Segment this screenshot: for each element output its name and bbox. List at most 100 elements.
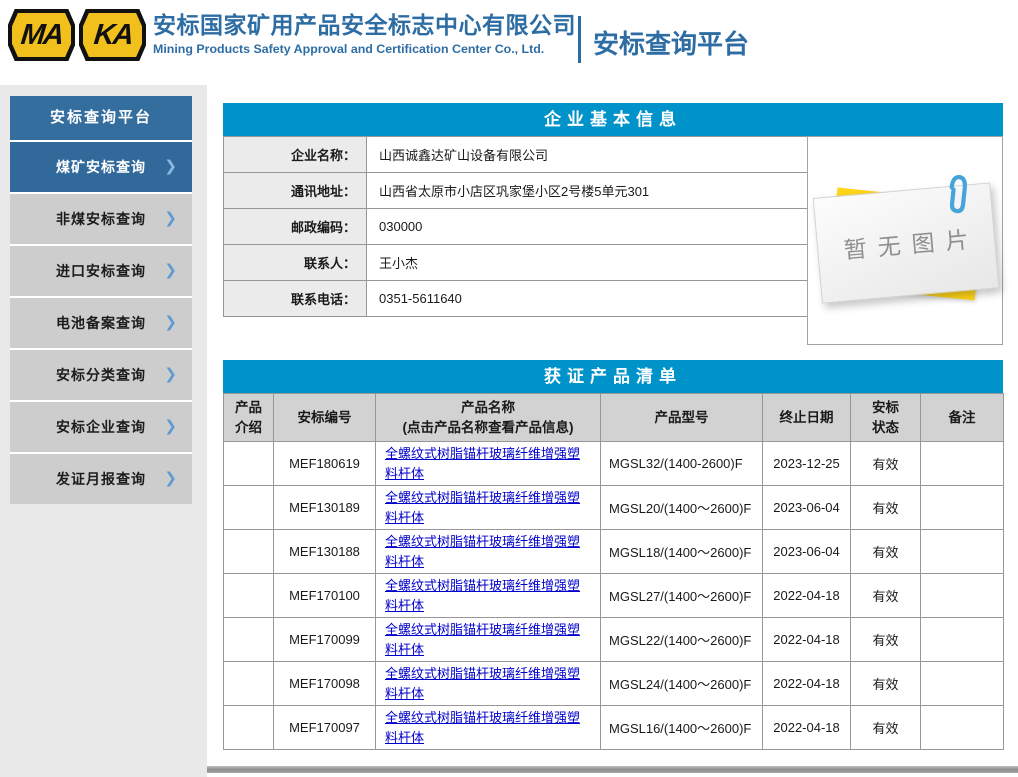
column-end-date: 终止日期 — [763, 394, 851, 442]
product-intro-cell — [224, 662, 274, 706]
paperclip-icon — [942, 172, 972, 218]
product-name-link[interactable]: 全螺纹式树脂锚杆玻璃纤维增强塑料杆体 — [385, 534, 580, 569]
column-label-line1: 备注 — [949, 410, 976, 425]
product-row: MEF170100全螺纹式树脂锚杆玻璃纤维增强塑料杆体MGSL27/(1400～… — [224, 574, 1004, 618]
product-cert-code: MEF170099 — [274, 618, 376, 662]
info-value: 0351-5611640 — [367, 281, 809, 317]
info-row: 邮政编码：030000 — [224, 209, 809, 245]
product-cert-code: MEF170097 — [274, 706, 376, 750]
info-label: 通讯地址： — [224, 173, 367, 209]
column-label-line1: 产品 — [235, 400, 262, 415]
column-label-line2: 状态 — [872, 420, 899, 435]
product-model: MGSL16/(1400～2600)F — [601, 706, 763, 750]
org-name-en: Mining Products Safety Approval and Cert… — [153, 41, 576, 57]
horizontal-scrollbar[interactable] — [207, 766, 1018, 773]
product-name-cell: 全螺纹式树脂锚杆玻璃纤维增强塑料杆体 — [376, 530, 601, 574]
product-row: MEF170099 全螺纹式树脂锚杆玻璃纤维增强塑料杆体 MGSL22/(1400～… — [224, 618, 1004, 662]
column-product-model: 产品型号 — [601, 394, 763, 442]
sidebar-item-label: 安标企业查询 — [56, 419, 146, 435]
info-value: 山西诚鑫达矿山设备有限公司 — [367, 137, 809, 173]
product-name-cell: 全螺纹式树脂锚杆玻璃纤维增强塑料杆体 — [376, 486, 601, 530]
sidebar-item-import-query[interactable]: 进口安标查询❯ — [10, 244, 192, 296]
white-card-shape: 暂无图片 — [813, 182, 1000, 303]
product-end-date: 2022-04-18 — [763, 662, 851, 706]
product-name-link[interactable]: 全螺纹式树脂锚杆玻璃纤维增强塑料杆体 — [385, 666, 580, 701]
info-row: 联系人：王小杰 — [224, 245, 809, 281]
product-name-link[interactable]: 全螺纹式树脂锚杆玻璃纤维增强塑料杆体 — [385, 710, 580, 745]
info-value: 山西省太原市小店区巩家堡小区2号楼5单元301 — [367, 173, 809, 209]
logo-letters-ma: MA — [19, 21, 63, 50]
sidebar-item-enterprise-query[interactable]: 安标企业查询❯ — [10, 400, 192, 452]
column-label-line1: 终止日期 — [780, 410, 834, 425]
logo-letters-ka: KA — [92, 21, 133, 50]
chevron-right-icon: ❯ — [164, 142, 177, 192]
product-intro-cell — [224, 706, 274, 750]
sidebar-item-label: 非煤安标查询 — [56, 211, 146, 227]
product-intro-cell — [224, 574, 274, 618]
product-model: MGSL22/(1400～2600)F — [601, 618, 763, 662]
product-model: MGSL20/(1400～2600)F — [601, 486, 763, 530]
logo-badge-ka-icon: KA — [79, 9, 146, 61]
product-name-link[interactable]: 全螺纹式树脂锚杆玻璃纤维增强塑料杆体 — [385, 490, 580, 525]
product-name-cell: 全螺纹式树脂锚杆玻璃纤维增强塑料杆体 — [376, 662, 601, 706]
column-product-name: 产品名称(点击产品名称查看产品信息) — [376, 394, 601, 442]
column-label-line1: 安标 — [872, 400, 899, 415]
chevron-right-icon: ❯ — [164, 350, 177, 400]
product-name-cell: 全螺纹式树脂锚杆玻璃纤维增强塑料杆体 — [376, 706, 601, 750]
product-intro-cell — [224, 442, 274, 486]
sidebar: 安标查询平台 煤矿安标查询❯非煤安标查询❯进口安标查询❯电池备案查询❯安标分类查… — [10, 96, 192, 504]
products-header-row: 产品介绍安标编号产品名称(点击产品名称查看产品信息)产品型号终止日期安标状态备注 — [224, 394, 1004, 442]
sidebar-item-label: 安标分类查询 — [56, 367, 146, 383]
product-end-date: 2023-06-04 — [763, 530, 851, 574]
product-name-link[interactable]: 全螺纹式树脂锚杆玻璃纤维增强塑料杆体 — [385, 446, 580, 481]
sidebar-item-monthly-report-query[interactable]: 发证月报查询 ❯ — [10, 452, 192, 504]
product-note-cell — [921, 486, 1004, 530]
product-status: 有效 — [851, 574, 921, 618]
column-note: 备注 — [921, 394, 1004, 442]
product-end-date: 2022-04-18 — [763, 574, 851, 618]
products-table: 产品介绍安标编号产品名称(点击产品名称查看产品信息)产品型号终止日期安标状态备注… — [223, 393, 1004, 750]
chevron-right-icon: ❯ — [164, 194, 177, 244]
sidebar-item-classification-query[interactable]: 安标分类查询 ❯ — [10, 348, 192, 400]
column-label-line1: 产品型号 — [655, 410, 709, 425]
product-status: 有效 — [851, 618, 921, 662]
product-row: MEF130189全螺纹式树脂锚杆玻璃纤维增强塑料杆体MGSL20/(1400～… — [224, 486, 1004, 530]
info-row: 通讯地址：山西省太原市小店区巩家堡小区2号楼5单元301 — [224, 173, 809, 209]
product-model: MGSL27/(1400～2600)F — [601, 574, 763, 618]
product-end-date: 2023-06-04 — [763, 486, 851, 530]
chevron-right-icon: ❯ — [164, 454, 177, 504]
column-label-line1: 产品名称 — [461, 400, 515, 415]
product-note-cell — [921, 530, 1004, 574]
org-brand: 安标国家矿用产品安全标志中心有限公司 Mining Products Safet… — [153, 10, 576, 57]
product-cert-code: MEF180619 — [274, 442, 376, 486]
info-label: 联系电话： — [224, 281, 367, 317]
sidebar-item-non-coal-query[interactable]: 非煤安标查询 ❯ — [10, 192, 192, 244]
product-note-cell — [921, 706, 1004, 750]
org-name-cn: 安标国家矿用产品安全标志中心有限公司 — [153, 10, 576, 40]
column-cert-code: 安标编号 — [274, 394, 376, 442]
no-image-placeholder: 暂无图片 — [808, 137, 1002, 344]
company-info-title: 企业基本信息 — [223, 103, 1003, 136]
maka-logo: MA KA — [8, 9, 146, 61]
info-label: 联系人： — [224, 245, 367, 281]
product-status: 有效 — [851, 486, 921, 530]
product-status: 有效 — [851, 662, 921, 706]
product-cert-code: MEF170098 — [274, 662, 376, 706]
sidebar-item-label: 发证月报查询 — [56, 471, 146, 487]
product-model: MGSL24/(1400～2600)F — [601, 662, 763, 706]
sidebar-item-coal-mine-query[interactable]: 煤矿安标查询❯ — [10, 140, 192, 192]
sidebar-item-label: 进口安标查询 — [56, 263, 146, 279]
column-cert-status: 安标状态 — [851, 394, 921, 442]
top-header: MA KA 安标国家矿用产品安全标志中心有限公司 Mining Products… — [0, 0, 1018, 85]
product-intro-cell — [224, 530, 274, 574]
company-info-table: 企业名称：山西诚鑫达矿山设备有限公司通讯地址：山西省太原市小店区巩家堡小区2号楼… — [223, 136, 809, 317]
sidebar-nav: 煤矿安标查询❯非煤安标查询❯进口安标查询❯电池备案查询❯安标分类查询❯安标企业查… — [10, 140, 192, 504]
sidebar-title: 安标查询平台 — [10, 96, 192, 140]
header-divider — [578, 16, 581, 63]
product-row: MEF130188全螺纹式树脂锚杆玻璃纤维增强塑料杆体MGSL18/(1400～… — [224, 530, 1004, 574]
sidebar-item-label: 电池备案查询 — [56, 315, 146, 331]
product-name-link[interactable]: 全螺纹式树脂锚杆玻璃纤维增强塑料杆体 — [385, 578, 580, 613]
product-name-link[interactable]: 全螺纹式树脂锚杆玻璃纤维增强塑料杆体 — [385, 622, 580, 657]
sidebar-item-battery-filing-query[interactable]: 电池备案查询❯ — [10, 296, 192, 348]
product-name-cell: 全螺纹式树脂锚杆玻璃纤维增强塑料杆体 — [376, 618, 601, 662]
